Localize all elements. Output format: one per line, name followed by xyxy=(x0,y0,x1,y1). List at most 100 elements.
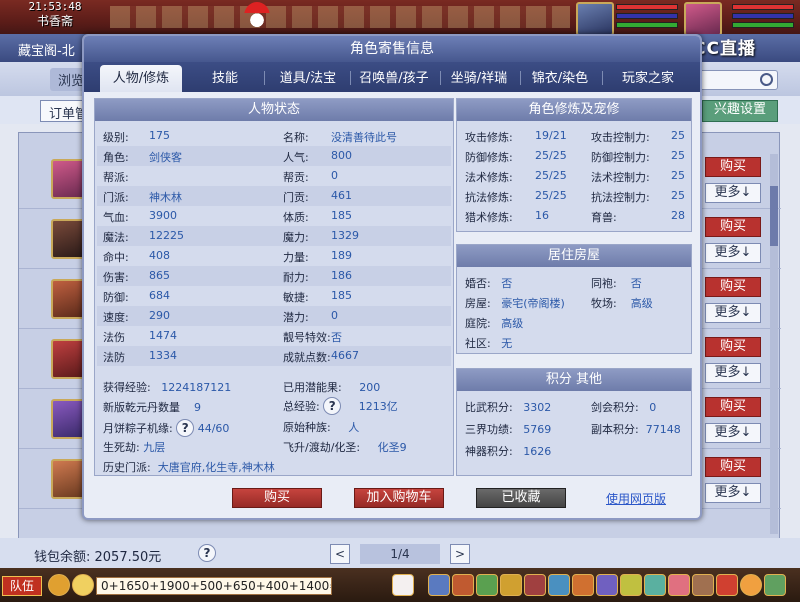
stat-row: 魔力: 1329 xyxy=(283,229,359,244)
chat-input[interactable]: 0+1650+1900+500+650+400+1400= xyxy=(96,577,332,595)
achievement-icon[interactable] xyxy=(692,574,714,596)
stat-row: 气血: 3900 xyxy=(103,209,177,224)
feisheng-row: 飞升/渡劫/化圣: 化圣9 xyxy=(283,441,407,454)
cultivation-row: 攻击修炼: 19/21 攻击控制力: 25 xyxy=(465,129,685,144)
clock-time: 21:53:48 xyxy=(28,0,82,13)
emoji-icon[interactable] xyxy=(72,574,94,596)
wallet-balance: 钱包余额: 2057.50元 xyxy=(34,550,162,565)
house-row: 房屋: 豪宅(帝阁楼) xyxy=(465,297,565,310)
tab-summons[interactable]: 召唤兽/孩子 xyxy=(352,65,436,92)
friends-icon[interactable] xyxy=(548,574,570,596)
status-panel-title: 人物状态 xyxy=(95,99,453,121)
pet-icon[interactable] xyxy=(392,574,414,596)
stat-row: 速度: 290 xyxy=(103,309,170,324)
house-panel-title: 居住房屋 xyxy=(457,245,691,267)
stat-row: 魔法: 12225 xyxy=(103,229,184,244)
system-icon[interactable] xyxy=(764,574,786,596)
bag-icon[interactable] xyxy=(452,574,474,596)
next-page-button[interactable]: > xyxy=(450,544,470,564)
avatar xyxy=(51,279,85,319)
community-row: 社区: 无 xyxy=(465,337,513,350)
location-name: 书香斋 xyxy=(36,14,73,28)
stat-row: 法防 1334 xyxy=(103,349,177,364)
stat-row: 成就点数: 4667 xyxy=(283,349,359,364)
player-portrait[interactable] xyxy=(684,2,722,36)
yard-row: 庭院: 高级 xyxy=(465,317,524,330)
buy-button[interactable]: 购买 xyxy=(232,488,322,508)
row-more-button[interactable]: 更多↓ xyxy=(705,183,761,203)
row-more-button[interactable]: 更多↓ xyxy=(705,303,761,323)
cultivation-row: 抗法修炼: 25/25 抗法控制力: 25 xyxy=(465,189,685,204)
mooncake-row: 月饼粽子机缘: ? 44/60 xyxy=(103,419,230,437)
face-icon[interactable] xyxy=(740,574,762,596)
shop-icon[interactable] xyxy=(620,574,642,596)
row-more-button[interactable]: 更多↓ xyxy=(705,363,761,383)
team-button[interactable]: 队伍 xyxy=(2,576,42,596)
stat-row: 敏捷: 185 xyxy=(283,289,352,304)
row-buy-button[interactable]: 购买 xyxy=(705,457,761,477)
search-icon[interactable] xyxy=(760,73,773,86)
stat-row: 门贡: 461 xyxy=(283,189,352,204)
map-icon[interactable] xyxy=(644,574,666,596)
role-sale-dialog: 角色寄售信息 人物/修炼 技能 道具/法宝 召唤兽/孩子 坐骑/祥瑞 锦衣/染色… xyxy=(82,34,702,520)
total-exp-help-icon[interactable]: ? xyxy=(323,397,342,415)
merit-row: 三界功绩: 5769 xyxy=(465,423,552,436)
cultivation-row: 猎术修炼: 16 育兽: 28 xyxy=(465,209,685,224)
stat-row: 命中: 408 xyxy=(103,249,170,264)
avatar xyxy=(51,399,85,439)
row-buy-button[interactable]: 购买 xyxy=(705,217,761,237)
sizhi-row: 生死劫: 九层 xyxy=(103,441,166,454)
row-more-button[interactable]: 更多↓ xyxy=(705,243,761,263)
weapon-row: 神器积分: 1626 xyxy=(465,445,552,458)
add-cart-button[interactable]: 加入购物车 xyxy=(354,488,444,508)
quest-icon[interactable] xyxy=(500,574,522,596)
avatar xyxy=(51,459,85,499)
ranch-row: 牧场: 高级 xyxy=(591,297,653,310)
row-more-button[interactable]: 更多↓ xyxy=(705,423,761,443)
used-fruit-row: 已用潜能果: 200 xyxy=(283,381,381,394)
row-buy-button[interactable]: 购买 xyxy=(705,397,761,417)
tab-character[interactable]: 人物/修炼 xyxy=(100,65,182,92)
gift-icon[interactable] xyxy=(572,574,594,596)
sword-row: 剑会积分: 0 xyxy=(591,401,657,414)
dungeon-row: 副本积分: 77148 xyxy=(591,423,681,436)
favorited-button[interactable]: 已收藏 xyxy=(476,488,566,508)
stat-row: 靓号特效: 否 xyxy=(283,331,342,344)
prev-page-button[interactable]: < xyxy=(330,544,350,564)
pet-portrait[interactable] xyxy=(576,2,614,36)
listing-scrollbar[interactable] xyxy=(770,154,778,534)
status-panel: 人物状态 级别: 175 名称: 没清善待此号 角色: 剑侠客 人气: 800 帮派: 帮贡: 0 门… xyxy=(94,98,454,476)
points-panel-title: 积分 其他 xyxy=(457,369,691,391)
interest-settings-button[interactable]: 兴趣设置 xyxy=(702,100,778,122)
tab-outfits[interactable]: 锦衣/染色 xyxy=(524,65,596,92)
team-icon[interactable] xyxy=(476,574,498,596)
tab-mounts[interactable]: 坐骑/祥瑞 xyxy=(444,65,514,92)
stat-row: 防御: 684 xyxy=(103,289,170,304)
row-more-button[interactable]: 更多↓ xyxy=(705,483,761,503)
santa-icon[interactable] xyxy=(244,2,270,30)
dialog-tabs: 人物/修炼 技能 道具/法宝 召唤兽/孩子 坐骑/祥瑞 锦衣/染色 玩家之家 xyxy=(84,62,700,92)
guild-icon[interactable] xyxy=(524,574,546,596)
house-panel: 居住房屋 婚否: 否 同袍: 否 房屋: 豪宅(帝阁楼) 牧场: 高级 庭院: … xyxy=(456,244,692,354)
row-buy-button[interactable]: 购买 xyxy=(705,277,761,297)
tab-home[interactable]: 玩家之家 xyxy=(608,65,688,92)
event-icon[interactable] xyxy=(668,574,690,596)
cultivation-panel: 角色修炼及宠修 攻击修炼: 19/21 攻击控制力: 25 防御修炼: 25/25 防御控制… xyxy=(456,98,692,232)
stat-row: 角色: 剑侠客 xyxy=(103,151,182,164)
stat-row: 人气: 800 xyxy=(283,149,352,164)
player-status-bars xyxy=(732,4,794,31)
web-version-link[interactable]: 使用网页版 xyxy=(606,490,666,507)
mail-icon[interactable] xyxy=(716,574,738,596)
row-buy-button[interactable]: 购买 xyxy=(705,337,761,357)
tab-items[interactable]: 道具/法宝 xyxy=(270,65,346,92)
mooncake-help-icon[interactable]: ? xyxy=(176,419,195,437)
microphone-icon[interactable] xyxy=(48,574,70,596)
calendar-icon[interactable] xyxy=(596,574,618,596)
stat-row: 法伤 1474 xyxy=(103,329,177,344)
skill-icon[interactable] xyxy=(428,574,450,596)
dialog-title: 角色寄售信息 xyxy=(84,36,700,62)
help-icon[interactable]: ? xyxy=(198,544,216,562)
stat-row: 帮贡: 0 xyxy=(283,169,338,184)
tab-skills[interactable]: 技能 xyxy=(194,65,256,92)
row-buy-button[interactable]: 购买 xyxy=(705,157,761,177)
